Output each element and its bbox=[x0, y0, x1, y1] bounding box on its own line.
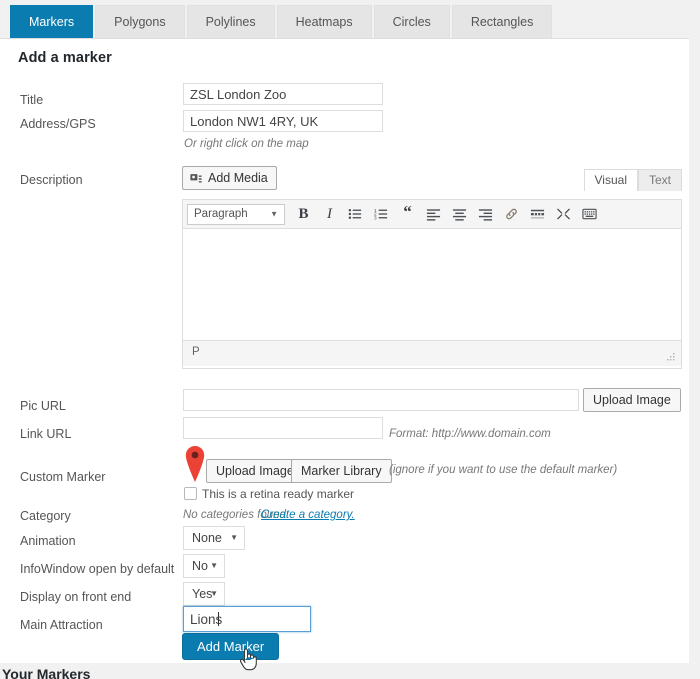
create-a-category-link[interactable]: Create a category. bbox=[261, 509, 355, 521]
fullscreen-icon[interactable] bbox=[551, 202, 576, 226]
add-marker-button[interactable]: Add Marker bbox=[182, 633, 280, 660]
italic-icon[interactable]: I bbox=[317, 202, 342, 226]
tab-circles-label: Circles bbox=[392, 15, 431, 29]
chevron-down-icon: ▼ bbox=[270, 209, 278, 219]
description-label: Description bbox=[20, 173, 83, 187]
tab-heatmaps[interactable]: Heatmaps bbox=[276, 5, 372, 38]
tab-polylines-label: Polylines bbox=[205, 15, 256, 29]
display-front-end-label: Display on front end bbox=[20, 590, 132, 604]
animation-label: Animation bbox=[20, 534, 76, 548]
chevron-down-icon: ▼ bbox=[230, 533, 238, 542]
animation-select[interactable]: None ▼ bbox=[183, 526, 245, 550]
tab-strip: Markers Polygons Polylines Heatmaps Circ… bbox=[10, 5, 554, 38]
tab-rectangles-label: Rectangles bbox=[470, 15, 534, 29]
tab-bar: Markers Polygons Polylines Heatmaps Circ… bbox=[0, 0, 700, 38]
your-markers-heading: Your Markers bbox=[2, 666, 91, 679]
marker-library-button[interactable]: Marker Library bbox=[291, 459, 392, 483]
retina-ready-label: This is a retina ready marker bbox=[202, 487, 355, 501]
animation-select-value: None bbox=[192, 531, 222, 545]
link-url-input[interactable] bbox=[183, 417, 383, 439]
tab-polygons[interactable]: Polygons bbox=[95, 5, 185, 38]
link-icon[interactable] bbox=[499, 202, 524, 226]
retina-ready-checkbox[interactable] bbox=[184, 487, 197, 500]
page-root: Markers Polygons Polylines Heatmaps Circ… bbox=[0, 0, 700, 679]
editor-tab-text[interactable]: Text bbox=[637, 169, 682, 191]
editor-resize-handle[interactable] bbox=[666, 352, 676, 362]
tab-markers[interactable]: Markers bbox=[10, 5, 94, 38]
bold-icon[interactable]: B bbox=[291, 202, 316, 226]
mouse-cursor-pointer bbox=[238, 646, 260, 672]
infowindow-label: InfoWindow open by default bbox=[20, 562, 175, 576]
media-icon bbox=[189, 171, 203, 185]
add-media-button[interactable]: Add Media bbox=[182, 166, 277, 190]
main-attraction-input[interactable] bbox=[183, 606, 311, 632]
address-hint: Or right click on the map bbox=[184, 138, 309, 150]
pic-url-upload-image-button[interactable]: Upload Image bbox=[583, 388, 681, 412]
title-label: Title bbox=[20, 93, 44, 107]
editor-tab-visual[interactable]: Visual bbox=[583, 169, 638, 191]
bullet-list-icon[interactable] bbox=[343, 202, 368, 226]
tab-polylines[interactable]: Polylines bbox=[186, 5, 275, 38]
address-input[interactable] bbox=[183, 110, 383, 132]
custom-marker-label: Custom Marker bbox=[20, 470, 106, 484]
main-attraction-label: Main Attraction bbox=[20, 618, 103, 632]
chevron-down-icon: ▼ bbox=[210, 561, 218, 570]
editor-toolbar: Paragraph ▼ B I 123 “ bbox=[183, 200, 681, 229]
read-more-icon[interactable] bbox=[525, 202, 550, 226]
align-center-icon[interactable] bbox=[447, 202, 472, 226]
editor-box: Paragraph ▼ B I 123 “ P bbox=[182, 199, 682, 369]
editor-status-bar: P bbox=[183, 340, 681, 366]
add-media-label: Add Media bbox=[208, 171, 268, 185]
custom-marker-upload-image-button[interactable]: Upload Image bbox=[206, 459, 304, 483]
custom-marker-hint: (ignore if you want to use the default m… bbox=[389, 464, 618, 476]
toolbar-toggle-icon[interactable] bbox=[577, 202, 602, 226]
tab-heatmaps-label: Heatmaps bbox=[295, 15, 353, 29]
display-front-end-select[interactable]: Yes ▼ bbox=[183, 582, 225, 606]
pic-url-upload-image-label: Upload Image bbox=[593, 393, 671, 407]
map-marker-pin-icon bbox=[183, 445, 207, 483]
blockquote-icon[interactable]: “ bbox=[395, 202, 420, 226]
editor-tab-text-label: Text bbox=[648, 173, 671, 187]
infowindow-select-value: No bbox=[192, 559, 208, 573]
link-url-label: Link URL bbox=[20, 427, 72, 441]
title-input[interactable] bbox=[183, 83, 383, 105]
editor-content-area[interactable] bbox=[183, 229, 681, 340]
editor-mode-tabs: Visual Text bbox=[583, 169, 682, 191]
pic-url-input[interactable] bbox=[183, 389, 579, 411]
pic-url-label: Pic URL bbox=[20, 399, 66, 413]
numbered-list-icon[interactable]: 123 bbox=[369, 202, 394, 226]
marker-library-label: Marker Library bbox=[301, 464, 382, 478]
category-label: Category bbox=[20, 509, 71, 523]
page-title: Add a marker bbox=[18, 50, 112, 66]
format-select[interactable]: Paragraph ▼ bbox=[187, 203, 285, 225]
format-select-value: Paragraph bbox=[194, 208, 248, 220]
tab-markers-label: Markers bbox=[29, 15, 75, 29]
align-left-icon[interactable] bbox=[421, 202, 446, 226]
add-marker-panel: Add a marker Title Address/GPS Or right … bbox=[0, 38, 689, 663]
editor-tab-visual-label: Visual bbox=[594, 173, 627, 187]
svg-text:3: 3 bbox=[374, 216, 377, 221]
tab-circles[interactable]: Circles bbox=[373, 5, 450, 38]
link-url-hint: Format: http://www.domain.com bbox=[389, 428, 551, 440]
infowindow-select[interactable]: No ▼ bbox=[183, 554, 225, 578]
chevron-down-icon: ▼ bbox=[210, 589, 218, 598]
editor-element-path: P bbox=[192, 346, 200, 358]
address-label: Address/GPS bbox=[20, 117, 96, 131]
tab-polygons-label: Polygons bbox=[114, 15, 166, 29]
text-caret bbox=[218, 612, 219, 626]
tab-rectangles[interactable]: Rectangles bbox=[451, 5, 553, 38]
custom-marker-upload-image-label: Upload Image bbox=[216, 464, 294, 478]
align-right-icon[interactable] bbox=[473, 202, 498, 226]
